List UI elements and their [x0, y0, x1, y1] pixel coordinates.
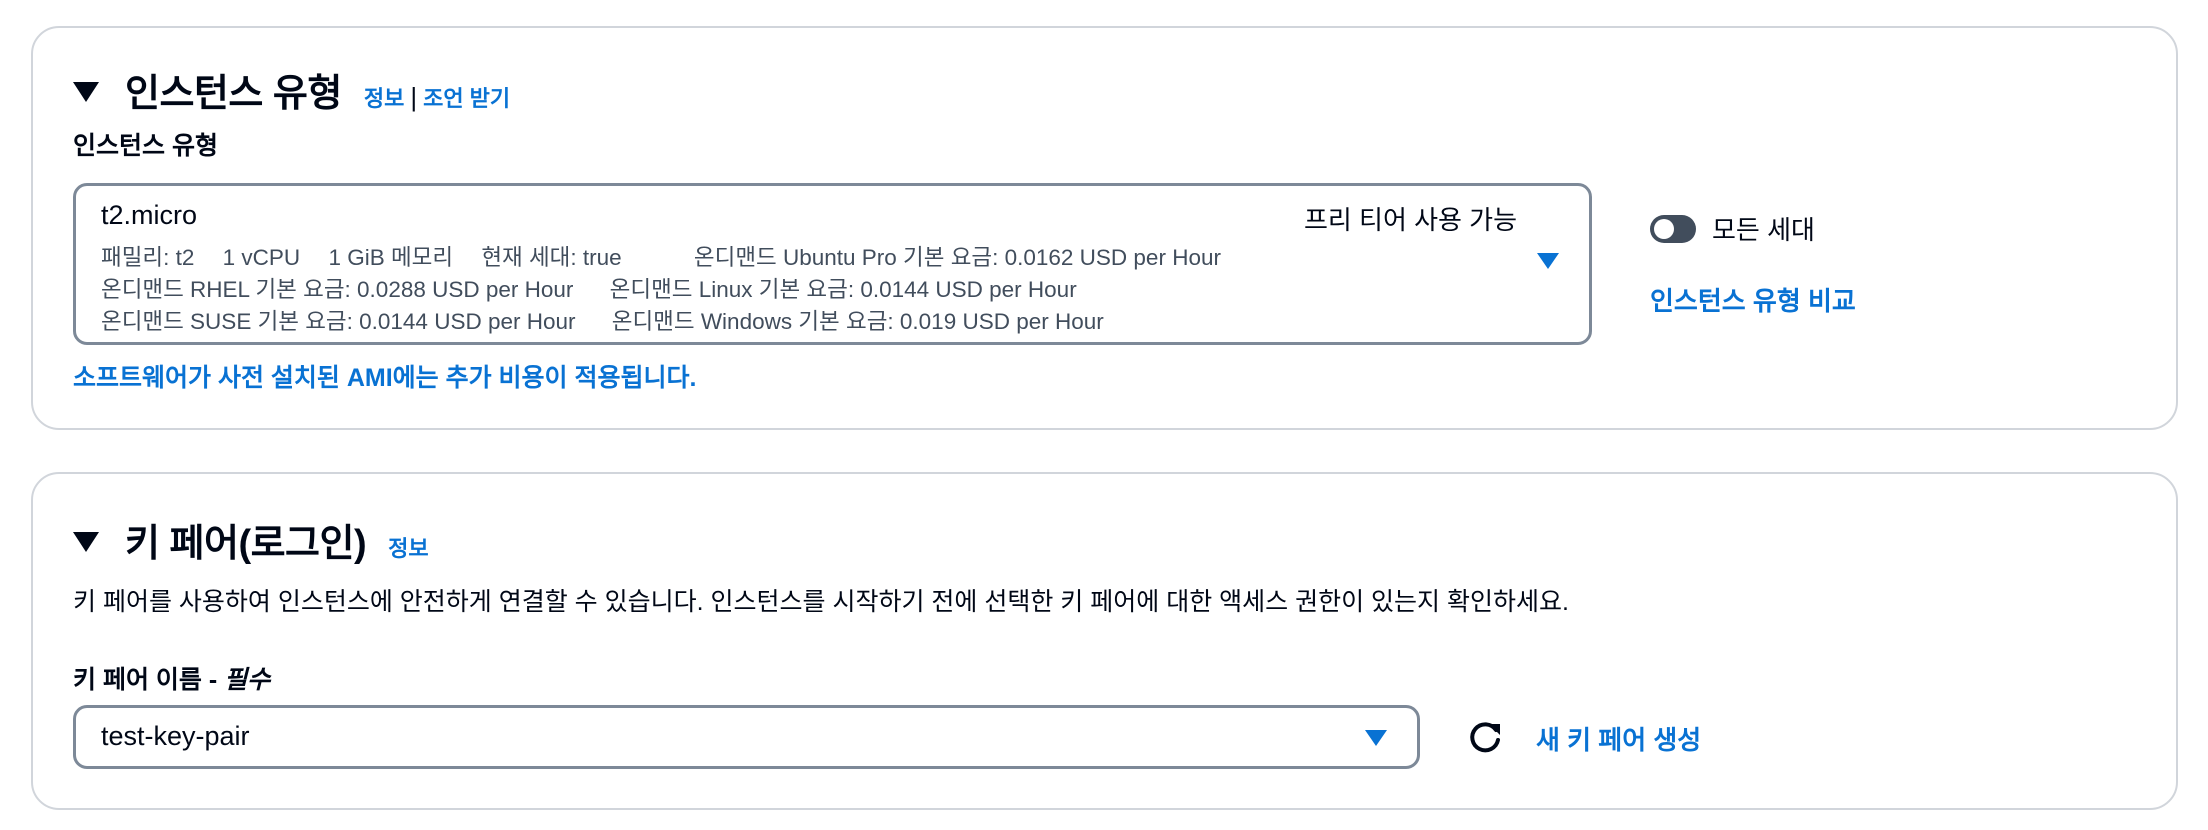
- instance-details-line-1: 패밀리: t2 1 vCPU 1 GiB 메모리 현재 세대: true 온디맨…: [101, 240, 1243, 272]
- dropdown-arrow-icon: [1537, 253, 1559, 269]
- ami-cost-note-link[interactable]: 소프트웨어가 사전 설치된 AMI에는 추가 비용이 적용됩니다.: [73, 358, 696, 394]
- key-pair-description: 키 페어를 사용하여 인스턴스에 안전하게 연결할 수 있습니다. 인스턴스를 …: [73, 588, 1569, 616]
- compare-instance-types-link[interactable]: 인스턴스 유형 비교: [1650, 281, 1856, 318]
- collapse-caret-icon[interactable]: [73, 82, 99, 102]
- key-pair-select[interactable]: test-key-pair: [73, 705, 1420, 769]
- ubuntu-price: 온디맨드 Ubuntu Pro 기본 요금: 0.0162 USD per Ho…: [693, 245, 1221, 270]
- dropdown-arrow-icon: [1365, 730, 1387, 746]
- header-links: 정보 | 조언 받기: [364, 81, 510, 113]
- instance-type-select[interactable]: t2.micro 프리 티어 사용 가능 패밀리: t2 1 vCPU 1 Gi…: [73, 183, 1592, 345]
- instance-type-header: 인스턴스 유형 정보 | 조언 받기: [73, 62, 510, 117]
- key-pair-name-label: 키 페어 이름 - 필수: [73, 660, 270, 696]
- windows-price: 온디맨드 Windows 기본 요금: 0.019 USD per Hour: [611, 309, 1104, 334]
- key-pair-name-label-text: 키 페어 이름 -: [73, 666, 225, 694]
- instance-type-field-label: 인스턴스 유형: [73, 132, 218, 160]
- instance-details-line-2: 온디맨드 RHEL 기본 요금: 0.0288 USD per Hour 온디맨…: [101, 272, 1099, 304]
- linux-price: 온디맨드 Linux 기본 요금: 0.0144 USD per Hour: [609, 277, 1077, 302]
- key-pair-title: 키 페어(로그인): [125, 523, 367, 565]
- toggle-knob: [1654, 218, 1674, 239]
- key-pair-panel: 키 페어(로그인) 정보 키 페어를 사용하여 인스턴스에 안전하게 연결할 수…: [31, 472, 2178, 810]
- link-separator: |: [410, 82, 418, 112]
- instance-family: 패밀리: t2: [101, 245, 195, 270]
- key-pair-header: 키 페어(로그인) 정보: [73, 512, 429, 567]
- instance-type-panel: 인스턴스 유형 정보 | 조언 받기 인스턴스 유형 t2.micro 프리 티어 …: [31, 26, 2178, 430]
- all-generations-label: 모든 세대: [1712, 215, 1815, 245]
- advice-link[interactable]: 조언 받기: [423, 86, 510, 111]
- refresh-icon[interactable]: [1465, 718, 1505, 758]
- info-link[interactable]: 정보: [388, 536, 428, 561]
- free-tier-badge: 프리 티어 사용 가능: [1303, 205, 1517, 235]
- collapse-caret-icon[interactable]: [73, 532, 99, 552]
- instance-type-title: 인스턴스 유형: [125, 73, 342, 115]
- required-label: 필수: [224, 666, 271, 694]
- info-link[interactable]: 정보: [364, 86, 404, 111]
- header-links: 정보: [388, 531, 428, 563]
- instance-vcpu: 1 vCPU: [222, 245, 301, 270]
- selected-key-pair: test-key-pair: [101, 721, 250, 751]
- instance-details-line-3: 온디맨드 SUSE 기본 요금: 0.0144 USD per Hour 온디맨…: [101, 304, 1126, 336]
- selected-instance-name: t2.micro: [101, 200, 198, 230]
- suse-price: 온디맨드 SUSE 기본 요금: 0.0144 USD per Hour: [101, 309, 576, 334]
- toggle-switch[interactable]: [1650, 214, 1696, 243]
- all-generations-toggle[interactable]: 모든 세대: [1650, 210, 1815, 247]
- rhel-price: 온디맨드 RHEL 기본 요금: 0.0288 USD per Hour: [101, 277, 574, 302]
- instance-memory: 1 GiB 메모리: [328, 245, 454, 270]
- instance-current-gen: 현재 세대: true: [481, 245, 622, 270]
- create-new-key-pair-link[interactable]: 새 키 페어 생성: [1536, 720, 1701, 757]
